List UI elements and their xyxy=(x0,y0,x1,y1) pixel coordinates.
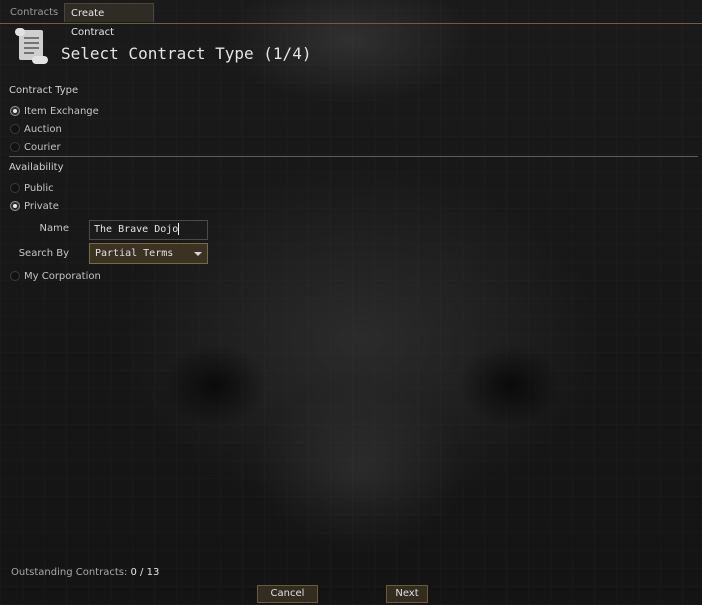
text-caret xyxy=(178,223,180,235)
name-label: Name xyxy=(39,223,69,234)
scroll-icon xyxy=(15,28,48,64)
search-by-value: Partial Terms xyxy=(95,248,174,259)
cancel-button[interactable]: Cancel xyxy=(257,585,318,603)
radio-label: Courier xyxy=(24,141,61,153)
outstanding-contracts: Outstanding Contracts: 0 / 13 xyxy=(11,567,159,578)
page-title: Select Contract Type (1/4) xyxy=(61,44,312,63)
radio-label: Private xyxy=(24,200,59,212)
radio-auction[interactable]: Auction xyxy=(10,122,62,136)
radio-selected-icon xyxy=(10,106,20,116)
search-by-label: Search By xyxy=(18,248,69,259)
radio-private[interactable]: Private xyxy=(10,199,59,213)
radio-selected-icon xyxy=(10,201,20,211)
radio-public[interactable]: Public xyxy=(10,181,54,195)
radio-unselected-icon xyxy=(10,124,20,134)
tab-create-contract[interactable]: Create Contract xyxy=(64,3,154,38)
page-header: Select Contract Type (1/4) xyxy=(12,26,412,66)
tab-bar: Contracts Create Contract xyxy=(0,0,702,38)
radio-label: Item Exchange xyxy=(24,105,99,117)
chevron-down-icon xyxy=(194,252,202,256)
radio-my-corporation[interactable]: My Corporation xyxy=(10,269,101,283)
name-input-value: The Brave Dojo xyxy=(94,224,179,235)
contract-type-heading: Contract Type xyxy=(9,85,79,96)
outstanding-contracts-label: Outstanding Contracts: xyxy=(11,567,128,578)
outstanding-contracts-value: 0 / 13 xyxy=(130,567,160,578)
section-divider xyxy=(9,156,698,157)
tab-contracts[interactable]: Contracts xyxy=(4,3,64,22)
name-input[interactable]: The Brave Dojo xyxy=(89,220,208,240)
search-by-dropdown[interactable]: Partial Terms xyxy=(89,243,208,264)
radio-courier[interactable]: Courier xyxy=(10,140,61,154)
next-button[interactable]: Next xyxy=(386,585,428,603)
radio-item-exchange[interactable]: Item Exchange xyxy=(10,104,99,118)
radio-label: Auction xyxy=(24,123,62,135)
radio-label: My Corporation xyxy=(24,270,101,282)
radio-unselected-icon xyxy=(10,142,20,152)
availability-heading: Availability xyxy=(9,162,64,173)
radio-label: Public xyxy=(24,182,54,194)
create-contract-window: Contracts Create Contract Select Contrac… xyxy=(0,0,702,605)
radio-unselected-icon xyxy=(10,271,20,281)
radio-unselected-icon xyxy=(10,183,20,193)
